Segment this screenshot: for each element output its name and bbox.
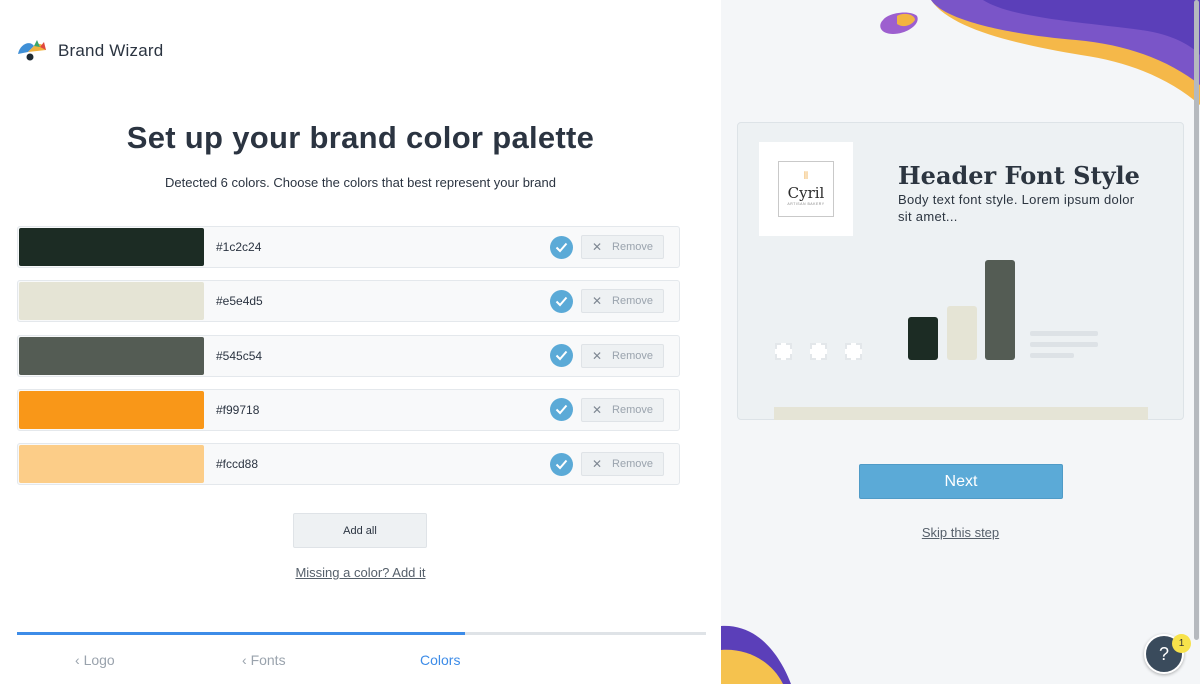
right-panel: ⦀ Cyril ARTISAN BAKERY Header Font Style… [721, 0, 1200, 684]
step-label: Fonts [250, 652, 286, 668]
decorative-wave-bottom [721, 625, 791, 684]
left-panel: Brand Wizard Set up your brand color pal… [0, 0, 721, 684]
logo-subtext: ARTISAN BAKERY [787, 202, 825, 206]
remove-label: Remove [612, 403, 654, 416]
check-icon[interactable] [550, 289, 573, 313]
logo-name: Cyril [787, 184, 825, 202]
remove-label: Remove [612, 241, 654, 253]
placeholder-line [1030, 353, 1074, 358]
close-icon: ✕ [591, 402, 603, 417]
color-hex-value[interactable]: #fccd88 [216, 457, 550, 471]
color-row: #fccd88 ✕ Remove [17, 443, 680, 486]
brand-preview-card: ⦀ Cyril ARTISAN BAKERY Header Font Style… [737, 122, 1184, 420]
add-missing-color-link[interactable]: Missing a color? Add it [0, 565, 721, 580]
wheat-icon: ⦀ [803, 171, 809, 182]
chevron-left-icon: ‹ [75, 652, 80, 668]
color-hex-value[interactable]: #f99718 [216, 403, 550, 417]
color-list: #1c2c24 ✕ Remove #e5e4d5 ✕ Remove #545c5… [17, 226, 680, 497]
placeholder-square [810, 343, 827, 360]
color-swatch[interactable] [19, 445, 204, 484]
close-icon: ✕ [591, 348, 603, 363]
placeholder-line [1030, 342, 1098, 347]
close-icon: ✕ [591, 457, 603, 472]
next-button[interactable]: Next [859, 464, 1063, 499]
preview-footer-strip [774, 407, 1148, 420]
remove-label: Remove [612, 349, 654, 362]
remove-label: Remove [612, 458, 654, 471]
notification-badge: 1 [1172, 634, 1191, 653]
remove-label: Remove [612, 295, 654, 308]
color-hex-value[interactable]: #e5e4d5 [216, 294, 550, 308]
remove-button[interactable]: ✕ Remove [581, 397, 664, 422]
preview-bar [908, 317, 938, 360]
preview-bar [985, 260, 1015, 360]
skip-step-link[interactable]: Skip this step [721, 525, 1200, 540]
remove-button[interactable]: ✕ Remove [581, 452, 664, 477]
color-row: #e5e4d5 ✕ Remove [17, 280, 680, 323]
color-hex-value[interactable]: #1c2c24 [216, 240, 550, 254]
brand-logo-icon [18, 40, 46, 61]
placeholder-line [1030, 331, 1098, 336]
check-icon[interactable] [550, 235, 573, 259]
progress-bar [17, 632, 706, 635]
color-swatch[interactable] [19, 282, 204, 321]
remove-button[interactable]: ✕ Remove [581, 235, 664, 259]
progress-fill [17, 632, 465, 635]
color-swatch[interactable] [19, 390, 204, 429]
color-swatch[interactable] [19, 228, 204, 266]
remove-button[interactable]: ✕ Remove [581, 289, 664, 314]
cyril-logo: ⦀ Cyril ARTISAN BAKERY [778, 161, 834, 217]
close-icon: ✕ [591, 294, 603, 309]
preview-placeholder-squares [775, 343, 862, 360]
page-title: Set up your brand color palette [126, 120, 595, 155]
preview-bar [947, 306, 977, 360]
scrollbar[interactable] [1194, 0, 1199, 640]
check-icon[interactable] [550, 452, 573, 476]
check-icon[interactable] [550, 398, 573, 422]
step-label: Colors [420, 652, 461, 668]
placeholder-square [845, 343, 862, 360]
color-row: #1c2c24 ✕ Remove [17, 226, 680, 268]
preview-header-font: Header Font Style [898, 161, 1140, 190]
preview-body-font: Body text font style. Lorem ipsum dolor … [898, 192, 1135, 224]
step-nav: ‹ Logo ‹ Fonts Colors [0, 652, 721, 672]
check-icon[interactable] [550, 344, 573, 368]
page-subtitle: Detected 6 colors. Choose the colors tha… [165, 175, 556, 190]
step-fonts[interactable]: ‹ Fonts [242, 652, 286, 668]
color-row: #545c54 ✕ Remove [17, 334, 680, 377]
close-icon: ✕ [591, 240, 603, 254]
add-all-button[interactable]: Add all [293, 513, 427, 548]
remove-button[interactable]: ✕ Remove [581, 343, 664, 368]
preview-logo: ⦀ Cyril ARTISAN BAKERY [759, 142, 853, 236]
step-label: Logo [83, 652, 115, 668]
placeholder-square [775, 343, 792, 360]
color-row: #f99718 ✕ Remove [17, 388, 680, 431]
step-logo[interactable]: ‹ Logo [75, 652, 115, 668]
color-swatch[interactable] [19, 336, 204, 375]
step-colors[interactable]: Colors [420, 652, 460, 668]
preview-text-lines [1030, 331, 1098, 364]
app-name: Brand Wizard [58, 41, 164, 60]
chevron-left-icon: ‹ [242, 652, 247, 668]
decorative-wave-top [880, 0, 1200, 105]
app-brand: Brand Wizard [16, 38, 163, 64]
color-hex-value[interactable]: #545c54 [216, 349, 550, 363]
